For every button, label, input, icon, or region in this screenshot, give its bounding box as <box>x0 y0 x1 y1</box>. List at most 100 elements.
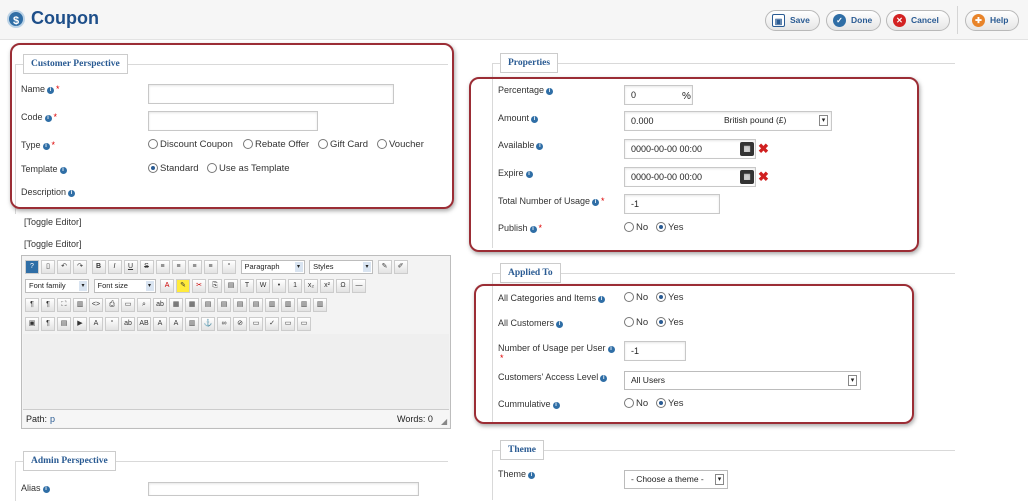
cleanup-icon[interactable]: ✐ <box>393 260 408 274</box>
cell-props-icon[interactable]: ▤ <box>217 298 231 312</box>
new-document-icon[interactable]: ▯ <box>41 260 55 274</box>
align-center-icon[interactable]: ≡ <box>171 260 186 274</box>
superscript-icon[interactable]: x² <box>320 279 335 293</box>
alias-label: Alias i <box>21 483 50 493</box>
align-left-icon[interactable]: ≡ <box>155 260 170 274</box>
delete-row-icon[interactable]: ▤ <box>249 298 263 312</box>
bullet-list-icon[interactable]: • <box>272 279 287 293</box>
properties-legend: Properties <box>500 53 559 73</box>
copy-icon[interactable]: ⎘ <box>208 279 223 293</box>
help-button[interactable]: ✚ Help <box>965 10 1019 31</box>
acronym-icon[interactable]: AB <box>137 317 151 331</box>
insert-col-icon[interactable]: ▥ <box>265 298 279 312</box>
spellcheck-icon[interactable]: ✓ <box>265 317 279 331</box>
alias-input[interactable] <box>148 482 419 496</box>
help-icon[interactable]: ? <box>25 260 39 274</box>
redo-icon[interactable]: ↷ <box>73 260 87 274</box>
save-button[interactable]: ▣ Save <box>765 10 820 31</box>
paragraph-icon[interactable]: ¶ <box>41 317 55 331</box>
print-icon[interactable]: ⎙ <box>105 298 119 312</box>
paste-icon[interactable]: ▤ <box>224 279 239 293</box>
theme-legend: Theme <box>500 440 544 460</box>
replace-icon[interactable]: ab <box>153 298 167 312</box>
rtl-icon[interactable]: ¶ <box>41 298 55 312</box>
done-button[interactable]: ✓ Done <box>826 10 881 31</box>
resize-handle-icon[interactable]: ◢ <box>441 417 447 426</box>
unlink-icon[interactable]: ⊘ <box>233 317 247 331</box>
underline-icon[interactable]: U <box>123 260 138 274</box>
justify-icon[interactable]: ≡ <box>203 260 218 274</box>
cite-icon[interactable]: “ <box>105 317 119 331</box>
blockquote-icon[interactable]: “ <box>222 260 237 274</box>
info-icon: i <box>528 472 536 479</box>
help-icon: ✚ <box>972 14 985 27</box>
fullscreen-icon[interactable]: ⛶ <box>57 298 71 312</box>
insert-image-icon[interactable]: ▦ <box>169 298 183 312</box>
find-icon[interactable]: ⌕ <box>137 298 151 312</box>
theme-label: Theme i <box>498 469 536 479</box>
paste-word-icon[interactable]: W <box>256 279 271 293</box>
styles-select[interactable]: Styles ▾ <box>309 260 374 274</box>
readmore-icon[interactable]: ▭ <box>297 317 311 331</box>
del-icon[interactable]: A <box>153 317 167 331</box>
format-select[interactable]: Paragraph ▾ <box>240 260 305 274</box>
editor-toolbar-row-3: ¶ ¶ ⛶ ▥ <> ⎙ ▭ ⌕ ab ▦ ▦ ▤ ▤ ▤ ▤ ▥ ▥ ▥ ▥ <box>24 297 328 315</box>
help-label: Help <box>990 15 1009 25</box>
cancel-button[interactable]: ✕ Cancel <box>886 10 950 31</box>
ins-icon[interactable]: A <box>169 317 183 331</box>
layer-icon[interactable]: ▣ <box>25 317 39 331</box>
save-label: Save <box>790 15 810 25</box>
row-props-icon[interactable]: ▤ <box>201 298 215 312</box>
delete-col-icon[interactable]: ▥ <box>281 298 295 312</box>
horizontal-rule-icon[interactable]: — <box>352 279 367 293</box>
highlight-color-icon[interactable]: ✎ <box>176 279 191 293</box>
align-right-icon[interactable]: ≡ <box>187 260 202 274</box>
numbered-list-icon[interactable]: 1 <box>288 279 303 293</box>
text-color-icon[interactable]: A <box>160 279 175 293</box>
rich-text-editor: ? ▯ ↶ ↷ B I U S ≡ ≡ ≡ ≡ “ Paragraph ▾ Styles ▾ ✎ ✐ Fo… <box>21 255 451 429</box>
applied-to-legend: Applied To <box>500 263 561 283</box>
italic-icon[interactable]: I <box>107 260 122 274</box>
highlight-properties <box>469 77 919 252</box>
strikethrough-icon[interactable]: S <box>139 260 154 274</box>
editor-content-area[interactable] <box>23 334 449 409</box>
pagebreak-icon[interactable]: ▭ <box>281 317 295 331</box>
cancel-icon: ✕ <box>893 14 906 27</box>
bold-icon[interactable]: B <box>91 260 106 274</box>
cut-icon[interactable]: ✂ <box>192 279 207 293</box>
split-cells-icon[interactable]: ▥ <box>313 298 327 312</box>
path-value[interactable]: p <box>50 414 55 424</box>
media-icon[interactable]: ▶ <box>73 317 87 331</box>
abbr-icon[interactable]: ab <box>121 317 135 331</box>
toggle-editor-link[interactable]: [Toggle Editor] <box>24 217 82 227</box>
insert-table-icon[interactable]: ▦ <box>185 298 199 312</box>
done-label: Done <box>851 15 873 25</box>
info-icon: i <box>42 486 50 493</box>
merge-cells-icon[interactable]: ▥ <box>297 298 311 312</box>
style-icon[interactable]: A <box>89 317 103 331</box>
subscript-icon[interactable]: x₂ <box>304 279 319 293</box>
html-source-icon[interactable]: <> <box>89 298 103 312</box>
paste-text-icon[interactable]: T <box>240 279 255 293</box>
save-icon: ▣ <box>772 14 785 27</box>
editor-toolbar-row-2: Font family ▾ Font size ▾ A ✎ ✂ ⎘ ▤ T W • 1 x₂ x² Ω — <box>24 278 367 296</box>
insert-file-icon[interactable]: ▥ <box>73 298 87 312</box>
ltr-icon[interactable]: ¶ <box>25 298 39 312</box>
visual-aid-icon[interactable]: ▭ <box>249 317 263 331</box>
theme-select[interactable]: - Choose a theme - ▾ <box>624 470 728 489</box>
eraser-icon[interactable]: ✎ <box>377 260 392 274</box>
special-char-icon[interactable]: Ω <box>336 279 351 293</box>
toggle-editor-link[interactable]: [Toggle Editor] <box>24 239 82 249</box>
attribs-icon[interactable]: ▥ <box>185 317 199 331</box>
anchor-icon[interactable]: ⚓ <box>201 317 215 331</box>
highlight-customer-perspective <box>10 43 454 209</box>
editor-status-bar: Path: p Words: 0 ◢ <box>23 409 449 427</box>
link-icon[interactable]: ∞ <box>217 317 231 331</box>
preview-icon[interactable]: ▭ <box>121 298 135 312</box>
template-icon[interactable]: ▤ <box>57 317 71 331</box>
word-count: Words: 0 <box>397 414 433 424</box>
insert-row-icon[interactable]: ▤ <box>233 298 247 312</box>
undo-icon[interactable]: ↶ <box>57 260 71 274</box>
font-family-select[interactable]: Font family ▾ <box>25 279 89 293</box>
font-size-select[interactable]: Font size ▾ <box>93 279 156 293</box>
